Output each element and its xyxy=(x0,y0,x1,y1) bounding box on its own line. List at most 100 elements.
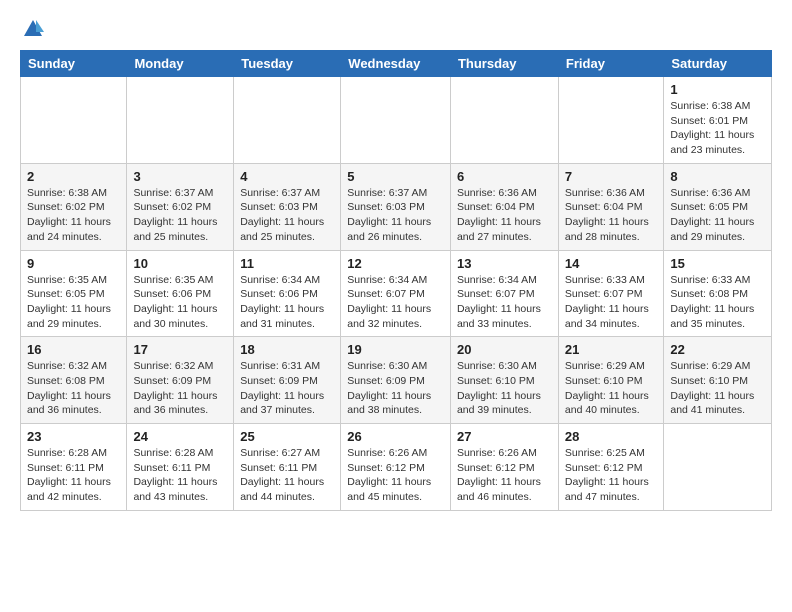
day-info: Sunrise: 6:29 AM Sunset: 6:10 PM Dayligh… xyxy=(565,359,657,418)
calendar-cell: 12 Sunrise: 6:34 AM Sunset: 6:07 PM Dayli… xyxy=(341,250,451,337)
calendar-cell: 14 Sunrise: 6:33 AM Sunset: 6:07 PM Dayli… xyxy=(558,250,663,337)
day-number: 18 xyxy=(240,342,334,357)
calendar-cell: 24 Sunrise: 6:28 AM Sunset: 6:11 PM Dayli… xyxy=(127,424,234,511)
calendar-cell xyxy=(450,77,558,164)
day-number: 25 xyxy=(240,429,334,444)
day-number: 9 xyxy=(27,256,120,271)
day-info: Sunrise: 6:33 AM Sunset: 6:07 PM Dayligh… xyxy=(565,273,657,332)
weekday-header-friday: Friday xyxy=(558,51,663,77)
calendar-cell: 22Sunrise: 6:29 AM Sunset: 6:10 PM Dayli… xyxy=(664,337,772,424)
calendar-cell: 16 Sunrise: 6:32 AM Sunset: 6:08 PM Dayli… xyxy=(21,337,127,424)
day-info: Sunrise: 6:27 AM Sunset: 6:11 PM Dayligh… xyxy=(240,446,334,505)
day-number: 15 xyxy=(670,256,765,271)
calendar-cell: 11 Sunrise: 6:34 AM Sunset: 6:06 PM Dayli… xyxy=(234,250,341,337)
day-info: Sunrise: 6:35 AM Sunset: 6:06 PM Dayligh… xyxy=(133,273,227,332)
day-info: Sunrise: 6:31 AM Sunset: 6:09 PM Dayligh… xyxy=(240,359,334,418)
day-number: 7 xyxy=(565,169,657,184)
header xyxy=(20,18,772,40)
day-number: 2 xyxy=(27,169,120,184)
weekday-header-row: SundayMondayTuesdayWednesdayThursdayFrid… xyxy=(21,51,772,77)
day-info: Sunrise: 6:36 AM Sunset: 6:04 PM Dayligh… xyxy=(565,186,657,245)
calendar-cell: 2 Sunrise: 6:38 AM Sunset: 6:02 PM Daylig… xyxy=(21,163,127,250)
day-info: Sunrise: 6:26 AM Sunset: 6:12 PM Dayligh… xyxy=(347,446,444,505)
day-info: Sunrise: 6:28 AM Sunset: 6:11 PM Dayligh… xyxy=(27,446,120,505)
day-number: 10 xyxy=(133,256,227,271)
day-number: 22 xyxy=(670,342,765,357)
day-number: 23 xyxy=(27,429,120,444)
logo xyxy=(20,18,44,40)
day-number: 24 xyxy=(133,429,227,444)
day-info: Sunrise: 6:30 AM Sunset: 6:09 PM Dayligh… xyxy=(347,359,444,418)
calendar-cell: 3Sunrise: 6:37 AM Sunset: 6:02 PM Daylig… xyxy=(127,163,234,250)
day-number: 27 xyxy=(457,429,552,444)
day-number: 6 xyxy=(457,169,552,184)
weekday-header-monday: Monday xyxy=(127,51,234,77)
calendar-cell: 5 Sunrise: 6:37 AM Sunset: 6:03 PM Daylig… xyxy=(341,163,451,250)
calendar-cell: 28 Sunrise: 6:25 AM Sunset: 6:12 PM Dayli… xyxy=(558,424,663,511)
day-number: 1 xyxy=(670,82,765,97)
day-info: Sunrise: 6:32 AM Sunset: 6:08 PM Dayligh… xyxy=(27,359,120,418)
day-info: Sunrise: 6:34 AM Sunset: 6:06 PM Dayligh… xyxy=(240,273,334,332)
calendar-cell: 6Sunrise: 6:36 AM Sunset: 6:04 PM Daylig… xyxy=(450,163,558,250)
calendar-cell: 7 Sunrise: 6:36 AM Sunset: 6:04 PM Daylig… xyxy=(558,163,663,250)
day-info: Sunrise: 6:28 AM Sunset: 6:11 PM Dayligh… xyxy=(133,446,227,505)
day-number: 17 xyxy=(133,342,227,357)
calendar-cell: 27 Sunrise: 6:26 AM Sunset: 6:12 PM Dayli… xyxy=(450,424,558,511)
day-info: Sunrise: 6:38 AM Sunset: 6:01 PM Dayligh… xyxy=(670,99,765,158)
day-info: Sunrise: 6:35 AM Sunset: 6:05 PM Dayligh… xyxy=(27,273,120,332)
calendar-cell: 19 Sunrise: 6:30 AM Sunset: 6:09 PM Dayli… xyxy=(341,337,451,424)
day-info: Sunrise: 6:38 AM Sunset: 6:02 PM Dayligh… xyxy=(27,186,120,245)
day-info: Sunrise: 6:34 AM Sunset: 6:07 PM Dayligh… xyxy=(457,273,552,332)
calendar-cell: 4 Sunrise: 6:37 AM Sunset: 6:03 PM Daylig… xyxy=(234,163,341,250)
calendar-cell: 26 Sunrise: 6:26 AM Sunset: 6:12 PM Dayli… xyxy=(341,424,451,511)
day-info: Sunrise: 6:30 AM Sunset: 6:10 PM Dayligh… xyxy=(457,359,552,418)
calendar-cell: 23 Sunrise: 6:28 AM Sunset: 6:11 PM Dayli… xyxy=(21,424,127,511)
day-number: 28 xyxy=(565,429,657,444)
calendar-week-row: 23 Sunrise: 6:28 AM Sunset: 6:11 PM Dayli… xyxy=(21,424,772,511)
day-info: Sunrise: 6:25 AM Sunset: 6:12 PM Dayligh… xyxy=(565,446,657,505)
calendar-cell xyxy=(341,77,451,164)
weekday-header-saturday: Saturday xyxy=(664,51,772,77)
day-number: 21 xyxy=(565,342,657,357)
day-number: 14 xyxy=(565,256,657,271)
calendar-week-row: 16 Sunrise: 6:32 AM Sunset: 6:08 PM Dayli… xyxy=(21,337,772,424)
calendar-cell: 1 Sunrise: 6:38 AM Sunset: 6:01 PM Daylig… xyxy=(664,77,772,164)
day-number: 4 xyxy=(240,169,334,184)
day-number: 11 xyxy=(240,256,334,271)
day-number: 8 xyxy=(670,169,765,184)
day-info: Sunrise: 6:33 AM Sunset: 6:08 PM Dayligh… xyxy=(670,273,765,332)
calendar-cell: 17Sunrise: 6:32 AM Sunset: 6:09 PM Dayli… xyxy=(127,337,234,424)
day-number: 3 xyxy=(133,169,227,184)
day-number: 12 xyxy=(347,256,444,271)
calendar-cell: 10 Sunrise: 6:35 AM Sunset: 6:06 PM Dayli… xyxy=(127,250,234,337)
calendar-cell xyxy=(558,77,663,164)
weekday-header-thursday: Thursday xyxy=(450,51,558,77)
day-number: 26 xyxy=(347,429,444,444)
day-number: 20 xyxy=(457,342,552,357)
day-info: Sunrise: 6:37 AM Sunset: 6:03 PM Dayligh… xyxy=(347,186,444,245)
calendar-cell: 25 Sunrise: 6:27 AM Sunset: 6:11 PM Dayli… xyxy=(234,424,341,511)
calendar-cell xyxy=(234,77,341,164)
calendar-cell: 15 Sunrise: 6:33 AM Sunset: 6:08 PM Dayli… xyxy=(664,250,772,337)
day-number: 13 xyxy=(457,256,552,271)
day-number: 16 xyxy=(27,342,120,357)
calendar-week-row: 1 Sunrise: 6:38 AM Sunset: 6:01 PM Daylig… xyxy=(21,77,772,164)
page: SundayMondayTuesdayWednesdayThursdayFrid… xyxy=(0,0,792,529)
day-number: 5 xyxy=(347,169,444,184)
day-info: Sunrise: 6:26 AM Sunset: 6:12 PM Dayligh… xyxy=(457,446,552,505)
logo-icon xyxy=(22,18,44,40)
day-info: Sunrise: 6:37 AM Sunset: 6:03 PM Dayligh… xyxy=(240,186,334,245)
calendar-cell xyxy=(664,424,772,511)
calendar-cell: 8Sunrise: 6:36 AM Sunset: 6:05 PM Daylig… xyxy=(664,163,772,250)
weekday-header-wednesday: Wednesday xyxy=(341,51,451,77)
calendar-cell: 21 Sunrise: 6:29 AM Sunset: 6:10 PM Dayli… xyxy=(558,337,663,424)
calendar-cell: 18 Sunrise: 6:31 AM Sunset: 6:09 PM Dayli… xyxy=(234,337,341,424)
calendar-week-row: 2 Sunrise: 6:38 AM Sunset: 6:02 PM Daylig… xyxy=(21,163,772,250)
calendar-cell xyxy=(127,77,234,164)
day-info: Sunrise: 6:34 AM Sunset: 6:07 PM Dayligh… xyxy=(347,273,444,332)
calendar-cell xyxy=(21,77,127,164)
weekday-header-sunday: Sunday xyxy=(21,51,127,77)
calendar-table: SundayMondayTuesdayWednesdayThursdayFrid… xyxy=(20,50,772,511)
day-number: 19 xyxy=(347,342,444,357)
calendar-cell: 20 Sunrise: 6:30 AM Sunset: 6:10 PM Dayli… xyxy=(450,337,558,424)
